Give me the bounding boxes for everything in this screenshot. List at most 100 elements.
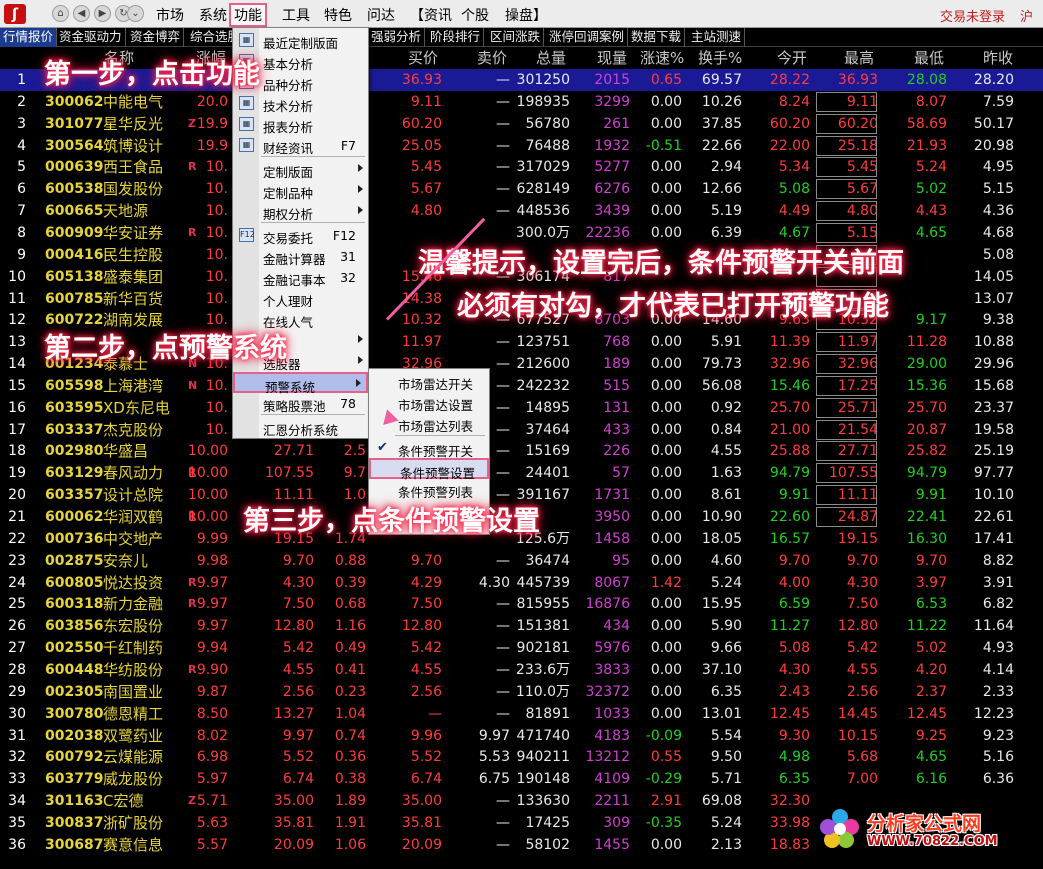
- submenu-item-5[interactable]: 条件预警列表: [369, 479, 489, 500]
- menu-item-3[interactable]: ▦ 技术分析: [233, 93, 368, 114]
- menu-item-5[interactable]: ▦ 财经资讯 F7: [233, 135, 368, 156]
- menu-item-17[interactable]: 策略股票池 78: [233, 393, 368, 414]
- cell-vol: 940211: [516, 749, 570, 766]
- table-row[interactable]: 25 600318 新力金融 R 9.97 7.50 0.68 7.50—815955 1687…: [0, 593, 1043, 615]
- table-row[interactable]: 32 600792 云煤能源 6.98 5.52 0.36 5.52 5.53 940211 13…: [0, 746, 1043, 768]
- cell-pct: 10.: [205, 246, 228, 263]
- forward-icon[interactable]: ▶: [94, 5, 111, 22]
- chevron-down-icon[interactable]: ⌄: [127, 5, 144, 22]
- cell-prev: 10.10: [973, 487, 1014, 504]
- col-open[interactable]: 今开: [777, 47, 807, 69]
- menu-item-9[interactable]: F12 交易委托 F12: [233, 225, 368, 246]
- menu-item-11[interactable]: 金融记事本 32: [233, 267, 368, 288]
- table-row[interactable]: 31 002038 双鹭药业 8.02 9.97 0.74 9.96 9.97 471740 41…: [0, 725, 1043, 747]
- tab-speed-test[interactable]: 主站测速: [688, 28, 746, 47]
- cell-buy: 4.80: [410, 203, 442, 220]
- cell-pct: 10.: [205, 159, 228, 176]
- submenu-item-3[interactable]: ✔ 条件预警开关: [369, 438, 489, 459]
- menu-item-12[interactable]: 个人理财: [233, 288, 368, 309]
- menu-trading[interactable]: 操盘】: [505, 5, 547, 25]
- table-row[interactable]: 17 603337 杰克股份 10. —37464 433 0.00 0.84 21.00 21.…: [0, 419, 1043, 441]
- col-volume[interactable]: 总量: [536, 47, 566, 69]
- table-row[interactable]: 15 605598 上海港湾 N 10. —242232 515 0.00 56.08 15.46…: [0, 375, 1043, 397]
- menu-item-7[interactable]: 定制品种: [233, 180, 368, 201]
- back-icon[interactable]: ◀: [73, 5, 90, 22]
- table-row[interactable]: 26 603856 东宏股份 9.97 12.80 1.16 12.80—151381 434…: [0, 615, 1043, 637]
- table-row[interactable]: 33 603779 威龙股份 5.97 6.74 0.38 6.74 6.75 190148 41…: [0, 768, 1043, 790]
- cell-vol: 317029: [516, 159, 570, 176]
- menu-item-10[interactable]: 金融计算器 31: [233, 246, 368, 267]
- login-status[interactable]: 交易未登录: [940, 6, 1005, 25]
- menu-wenda[interactable]: 问达: [367, 5, 395, 25]
- col-high[interactable]: 最高: [844, 47, 874, 69]
- col-buy[interactable]: 买价: [408, 47, 438, 69]
- menu-market[interactable]: 市场: [156, 5, 184, 25]
- tab-range[interactable]: 区间涨跌: [487, 28, 545, 47]
- cell-turn: 69.08: [701, 793, 742, 810]
- menu-system[interactable]: 系统: [199, 5, 227, 25]
- table-row[interactable]: 7 600665 天地源 10. 4.80—448536 3439 0.00 5.19 4.49…: [0, 200, 1043, 222]
- menu-item-6[interactable]: 定制版面: [233, 159, 368, 180]
- cell-high: 5.68: [846, 749, 878, 766]
- menu-stock[interactable]: 个股: [461, 5, 489, 25]
- stock-code: 300780: [45, 705, 104, 722]
- tab-ranking[interactable]: 阶段排行: [427, 28, 485, 47]
- table-row[interactable]: 18 002980 华盛昌 10.00 27.71 2.5—15169 226 0.00 4.5…: [0, 440, 1043, 462]
- col-cur[interactable]: 现量: [597, 47, 627, 69]
- submenu-item-4[interactable]: 条件预警设置: [369, 458, 489, 481]
- tab-quotes[interactable]: 行情报价: [0, 28, 58, 47]
- table-row[interactable]: 19 603129 春风动力 R 10.00 107.55 9.7—24401 57 0.00 1…: [0, 462, 1043, 484]
- annotation-tip-line1: 温馨提示，设置完后，条件预警开关前面: [418, 248, 904, 279]
- table-row[interactable]: 29 002305 南国置业 9.87 2.56 0.23 2.56—110.0万 32372…: [0, 681, 1043, 703]
- cell-open: 5.08: [778, 181, 810, 198]
- menu-news[interactable]: 【资讯: [410, 5, 452, 25]
- col-prev[interactable]: 昨收: [983, 47, 1013, 69]
- tab-fund-drive[interactable]: 资金驱动力: [56, 28, 126, 47]
- menu-tools[interactable]: 工具: [282, 5, 310, 25]
- table-row[interactable]: 23 002875 安奈儿 9.98 9.70 0.88 9.70 — 36474 95 0.00 4…: [0, 550, 1043, 572]
- table-row[interactable]: 28 600448 华纺股份 R 9.90 4.55 0.41 4.55—233.6万 3833…: [0, 659, 1043, 681]
- submenu-item-0[interactable]: 市场雷达开关: [369, 371, 489, 392]
- table-row[interactable]: 27 002550 千红制药 9.94 5.42 0.49 5.42—902181 5976 0…: [0, 637, 1043, 659]
- col-low[interactable]: 最低: [914, 47, 944, 69]
- cell-low: 12.45: [906, 705, 947, 722]
- menu-features[interactable]: 特色: [324, 5, 352, 25]
- cell-spd: -0.09: [645, 727, 682, 744]
- table-row[interactable]: 16 603595 XD东尼电 10. —14895 131 0.00 0.92 25.70 25…: [0, 397, 1043, 419]
- menu-item-shortcut: 32: [340, 270, 356, 285]
- cell-cur: 189: [603, 356, 630, 373]
- cell-cur: 2015: [594, 72, 630, 88]
- menu-item-16[interactable]: 预警系统: [233, 372, 368, 395]
- table-row[interactable]: 3 301077 星华反光 Z 19.9 60.20—56780 261 0.00 37.85 6…: [0, 113, 1043, 135]
- table-row[interactable]: 24 600805 悦达投资 R 9.97 4.30 0.39 4.29 4.30 445739 8…: [0, 572, 1043, 594]
- table-row[interactable]: 6 600538 国发股份 10. 5.67—628149 6276 0.00 12.66 5.…: [0, 178, 1043, 200]
- tab-fund-game[interactable]: 资金博弈: [127, 28, 185, 47]
- cell-spd: -0.51: [645, 137, 682, 154]
- tab-strength[interactable]: 强弱分析: [368, 28, 426, 47]
- cell-pct: 9.98: [196, 552, 228, 569]
- table-row[interactable]: 5 000639 西王食品 R 10. 5.45—317029 5277 0.00 2.94 5.…: [0, 156, 1043, 178]
- tab-limitup-case[interactable]: 涨停回调案例: [546, 28, 629, 47]
- row-index: 6: [17, 181, 26, 198]
- col-speed[interactable]: 涨速%: [640, 47, 684, 69]
- table-row[interactable]: 2 300062 中能电气 20.0 9.11—198935 3299 0.00 10.26 8…: [0, 91, 1043, 113]
- col-sell[interactable]: 卖价: [477, 47, 507, 69]
- table-row[interactable]: 30 300780 德恩精工 8.50 13.27 1.04— —81891 1033 0.00…: [0, 703, 1043, 725]
- menu-item-0[interactable]: ▦ 最近定制版面: [233, 30, 368, 51]
- menu-function[interactable]: 功能: [229, 3, 267, 27]
- table-row[interactable]: 4 300564 筑博设计 19.9 25.05—76488 1932 -0.51 22.66…: [0, 135, 1043, 157]
- menu-item-18[interactable]: 汇恩分析系统: [233, 417, 368, 438]
- cell-open: 25.70: [769, 399, 810, 416]
- cell-vol: 212600: [516, 356, 570, 373]
- tab-data-download[interactable]: 数据下载: [628, 28, 686, 47]
- col-turnover[interactable]: 换手%: [698, 47, 742, 69]
- home-icon[interactable]: ⌂: [52, 5, 69, 22]
- cell-low: 9.17: [915, 312, 947, 329]
- menu-item-8[interactable]: 期权分析: [233, 201, 368, 222]
- menu-item-4[interactable]: ▦ 报表分析: [233, 114, 368, 135]
- cell-prev: 10.88: [973, 334, 1014, 351]
- row-index: 27: [8, 640, 26, 657]
- row-index: 24: [8, 574, 26, 591]
- menu-item-shortcut: F12: [332, 228, 356, 243]
- submenu-arrow-icon: [358, 185, 363, 193]
